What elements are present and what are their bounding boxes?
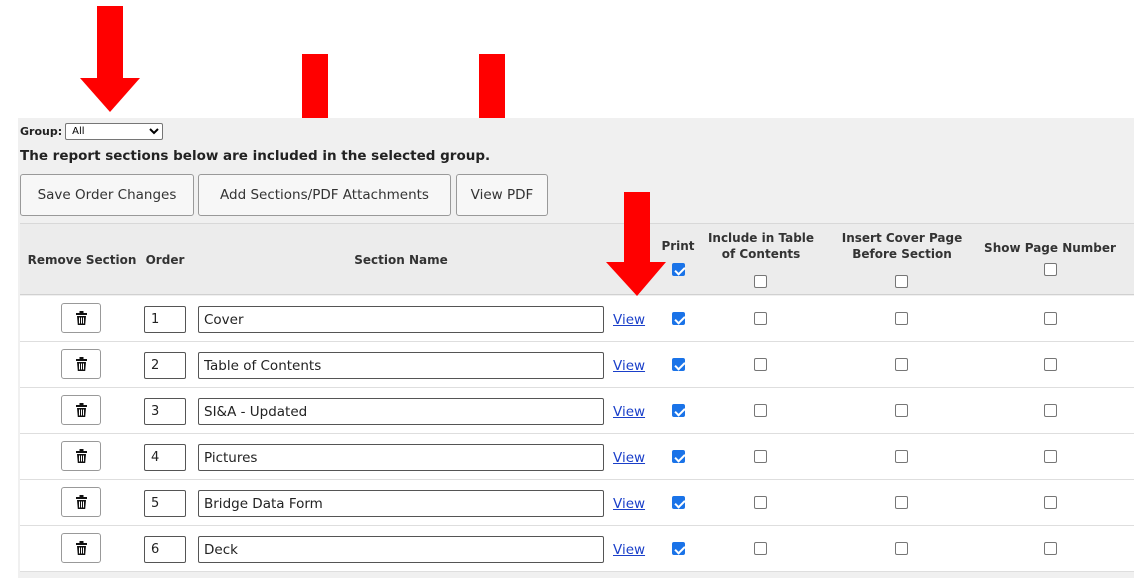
- include-toc-checkbox[interactable]: [754, 358, 767, 371]
- view-section-link[interactable]: View: [613, 496, 645, 512]
- view-pdf-button[interactable]: View PDF: [456, 174, 548, 216]
- header-insert-cover-page: Insert Cover Page Before Section: [830, 230, 974, 262]
- show-page-number-checkbox[interactable]: [1044, 404, 1057, 417]
- insert-cover-checkbox[interactable]: [895, 542, 908, 555]
- header-section-name: Section Name: [354, 253, 448, 267]
- group-label: Group:: [20, 124, 63, 138]
- table-row: View: [20, 342, 1134, 388]
- order-input[interactable]: [144, 398, 186, 425]
- trash-icon: [76, 541, 87, 555]
- remove-section-button[interactable]: [61, 441, 101, 471]
- report-note: The report sections below are included i…: [20, 148, 491, 164]
- insert-cover-checkbox[interactable]: [895, 312, 908, 325]
- header-insert-cover-checkbox[interactable]: [895, 275, 908, 288]
- trash-icon: [76, 357, 87, 371]
- print-checkbox[interactable]: [672, 404, 685, 417]
- table-header: Remove Section Order Section Name Print …: [20, 223, 1134, 295]
- section-name-input[interactable]: [198, 398, 604, 425]
- print-checkbox[interactable]: [672, 496, 685, 509]
- remove-section-button[interactable]: [61, 487, 101, 517]
- include-toc-checkbox[interactable]: [754, 312, 767, 325]
- print-checkbox[interactable]: [672, 312, 685, 325]
- include-toc-checkbox[interactable]: [754, 450, 767, 463]
- insert-cover-checkbox[interactable]: [895, 450, 908, 463]
- table-row: View: [20, 434, 1134, 480]
- trash-icon: [76, 449, 87, 463]
- include-toc-checkbox[interactable]: [754, 404, 767, 417]
- show-page-number-checkbox[interactable]: [1044, 450, 1057, 463]
- show-page-number-checkbox[interactable]: [1044, 312, 1057, 325]
- show-page-number-checkbox[interactable]: [1044, 496, 1057, 509]
- header-print-checkbox[interactable]: [672, 263, 685, 276]
- include-toc-checkbox[interactable]: [754, 542, 767, 555]
- section-name-input[interactable]: [198, 352, 604, 379]
- view-section-link[interactable]: View: [613, 404, 645, 420]
- show-page-number-checkbox[interactable]: [1044, 542, 1057, 555]
- header-include-toc: Include in Table of Contents: [700, 230, 822, 262]
- table-row: View: [20, 388, 1134, 434]
- header-insert-cover-line2: Before Section: [852, 247, 952, 261]
- group-select[interactable]: All: [65, 122, 164, 140]
- trash-icon: [76, 403, 87, 417]
- group-filter: Group: All: [20, 121, 164, 141]
- print-checkbox[interactable]: [672, 450, 685, 463]
- section-name-input[interactable]: [198, 536, 604, 563]
- remove-section-button[interactable]: [61, 303, 101, 333]
- view-section-link[interactable]: View: [613, 542, 645, 558]
- header-insert-cover-line1: Insert Cover Page: [841, 231, 963, 245]
- include-toc-checkbox[interactable]: [754, 496, 767, 509]
- order-input[interactable]: [144, 444, 186, 471]
- trash-icon: [76, 495, 87, 509]
- insert-cover-checkbox[interactable]: [895, 404, 908, 417]
- order-input[interactable]: [144, 352, 186, 379]
- remove-section-button[interactable]: [61, 349, 101, 379]
- insert-cover-checkbox[interactable]: [895, 358, 908, 371]
- print-checkbox[interactable]: [672, 358, 685, 371]
- red-arrow-down-icon: [80, 6, 140, 112]
- header-include-toc-line2: of Contents: [721, 247, 801, 261]
- table-row: View: [20, 296, 1134, 342]
- header-show-page-number-checkbox[interactable]: [1044, 263, 1057, 276]
- section-name-input[interactable]: [198, 444, 604, 471]
- header-include-toc-line1: Include in Table: [707, 231, 815, 245]
- table-row: View: [20, 480, 1134, 526]
- order-input[interactable]: [144, 306, 186, 333]
- save-order-changes-button[interactable]: Save Order Changes: [20, 174, 194, 216]
- header-remove-section: Remove Section: [27, 253, 137, 267]
- view-section-link[interactable]: View: [613, 358, 645, 374]
- remove-section-button[interactable]: [61, 395, 101, 425]
- add-sections-button[interactable]: Add Sections/PDF Attachments: [198, 174, 451, 216]
- order-input[interactable]: [144, 536, 186, 563]
- print-checkbox[interactable]: [672, 542, 685, 555]
- header-include-toc-checkbox[interactable]: [754, 275, 767, 288]
- trash-icon: [76, 311, 87, 325]
- remove-section-button[interactable]: [61, 533, 101, 563]
- table-row: View: [20, 526, 1134, 572]
- section-name-input[interactable]: [198, 490, 604, 517]
- header-order: Order: [145, 253, 185, 267]
- header-show-page-number: Show Page Number: [984, 241, 1116, 255]
- section-name-input[interactable]: [198, 306, 604, 333]
- insert-cover-checkbox[interactable]: [895, 496, 908, 509]
- order-input[interactable]: [144, 490, 186, 517]
- view-section-link[interactable]: View: [613, 312, 645, 328]
- red-arrow-down-icon: [606, 192, 666, 296]
- view-section-link[interactable]: View: [613, 450, 645, 466]
- show-page-number-checkbox[interactable]: [1044, 358, 1057, 371]
